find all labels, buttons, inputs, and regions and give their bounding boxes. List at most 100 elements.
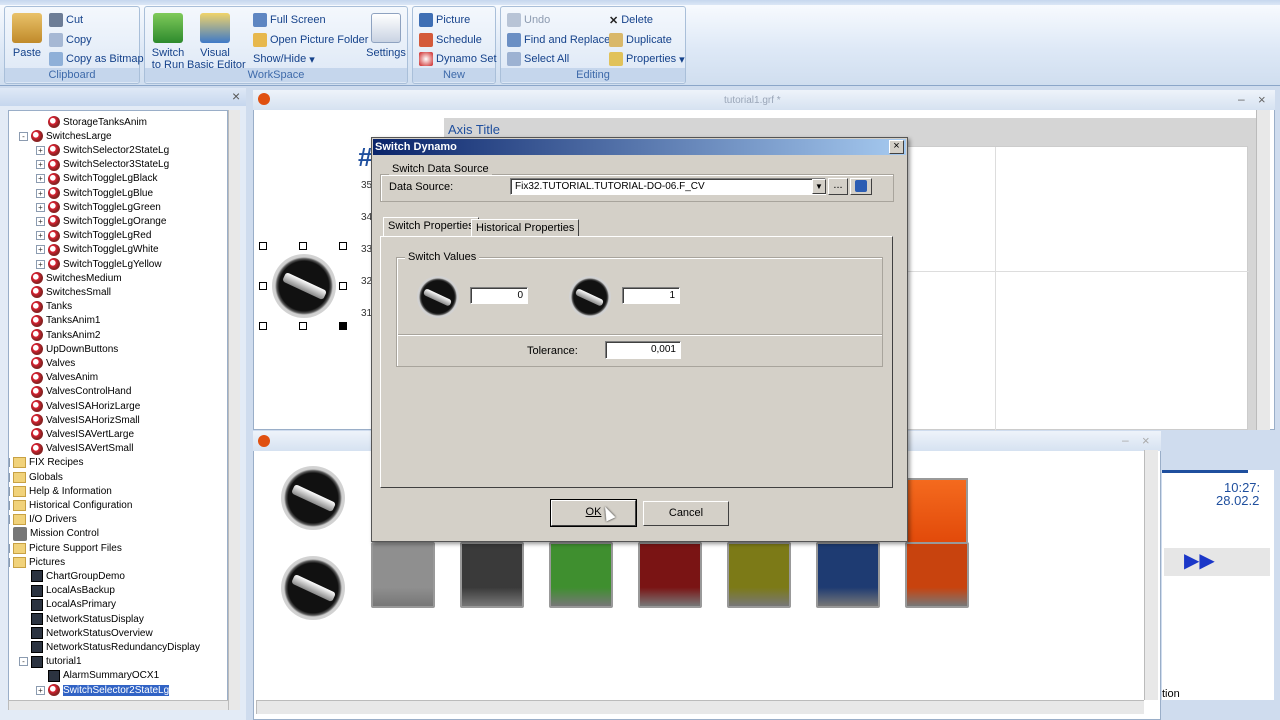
- tree-item[interactable]: SwitchesMedium: [19, 271, 122, 285]
- selection-handle[interactable]: [339, 282, 347, 290]
- tree-item[interactable]: + SwitchToggleLgRed: [36, 229, 151, 243]
- switches-horizontal-scrollbar[interactable]: [256, 700, 1144, 714]
- tree-item[interactable]: LocalAsBackup: [19, 584, 115, 598]
- tree-item[interactable]: Tanks: [19, 300, 72, 314]
- toggle-switch[interactable]: [549, 542, 613, 608]
- fast-forward-icon[interactable]: ▶▶: [1184, 548, 1215, 573]
- tree-item[interactable]: ChartGroupDemo: [19, 569, 125, 583]
- tree-item[interactable]: ValvesControlHand: [19, 385, 131, 399]
- expand-icon[interactable]: +: [36, 259, 45, 269]
- switch-off-value-input[interactable]: 0: [470, 287, 528, 304]
- expand-icon[interactable]: +: [9, 486, 10, 496]
- vb-editor-button[interactable]: Visual Basic Editor: [187, 13, 246, 71]
- tree-item[interactable]: + Picture Support Files: [9, 541, 122, 555]
- tree-item[interactable]: AlarmSummaryOCX1: [36, 669, 159, 683]
- switches-minimize-button[interactable]: –: [1122, 433, 1129, 447]
- tree-item[interactable]: + SwitchSelector3StateLg: [36, 158, 169, 172]
- tree-item[interactable]: + Globals: [9, 470, 63, 484]
- tree-item[interactable]: UpDownButtons: [19, 342, 118, 356]
- duplicate-button[interactable]: Duplicate: [609, 31, 672, 49]
- tree-horizontal-scrollbar[interactable]: [8, 700, 228, 710]
- cancel-button[interactable]: Cancel: [643, 501, 729, 526]
- tree-item[interactable]: + SwitchSelector2StateLg: [36, 683, 170, 697]
- expand-icon[interactable]: +: [36, 160, 45, 170]
- toggle-switch[interactable]: [905, 542, 969, 608]
- copy-bitmap-button[interactable]: Copy as Bitmap: [49, 50, 144, 68]
- tree-item[interactable]: StorageTanksAnim: [36, 115, 147, 129]
- data-source-input[interactable]: Fix32.TUTORIAL.TUTORIAL-DO-06.F_CV: [510, 178, 826, 195]
- settings-button[interactable]: Settings: [365, 13, 407, 59]
- tree-item[interactable]: ValvesISAVertSmall: [19, 442, 133, 456]
- select-all-button[interactable]: Select All: [507, 50, 569, 68]
- expand-icon[interactable]: +: [36, 174, 45, 184]
- window-minimize-button[interactable]: –: [1238, 92, 1245, 106]
- delete-button[interactable]: ✕ Delete: [609, 11, 653, 29]
- selection-handle[interactable]: [339, 322, 347, 330]
- toggle-switch[interactable]: [638, 542, 702, 608]
- copy-button[interactable]: Copy: [49, 31, 92, 49]
- tree-item[interactable]: ValvesAnim: [19, 371, 98, 385]
- collapse-icon[interactable]: -: [19, 657, 28, 667]
- cut-button[interactable]: Cut: [49, 11, 83, 29]
- tree-item[interactable]: + SwitchToggleLgWhite: [36, 243, 159, 257]
- tree-item[interactable]: ValvesISAVertLarge: [19, 427, 134, 441]
- new-schedule-button[interactable]: Schedule: [419, 31, 482, 49]
- selection-handle[interactable]: [339, 242, 347, 250]
- tree-item[interactable]: + SwitchToggleLgBlue: [36, 186, 153, 200]
- dialog-close-button[interactable]: ×: [889, 140, 904, 154]
- toggle-switch[interactable]: [816, 542, 880, 608]
- ok-button[interactable]: OK: [550, 499, 637, 527]
- selection-handle[interactable]: [299, 322, 307, 330]
- tab-historical-properties[interactable]: Historical Properties: [471, 219, 580, 237]
- tree-item[interactable]: TanksAnim1: [19, 314, 100, 328]
- expand-icon[interactable]: +: [36, 216, 45, 226]
- tree-item[interactable]: - SwitchesLarge: [19, 129, 112, 143]
- orange-toggle-top[interactable]: [906, 478, 968, 542]
- collapse-icon[interactable]: -: [19, 131, 28, 141]
- new-dynamo-set-button[interactable]: Dynamo Set: [419, 50, 497, 68]
- tree-item[interactable]: TanksAnim2: [19, 328, 100, 342]
- selection-handle[interactable]: [259, 322, 267, 330]
- tree-item[interactable]: + SwitchToggleLgGreen: [36, 200, 161, 214]
- tab-switch-properties[interactable]: Switch Properties: [383, 217, 479, 237]
- data-source-dropdown-button[interactable]: ▼: [812, 179, 826, 194]
- toggle-switch[interactable]: [371, 542, 435, 608]
- expand-icon[interactable]: +: [36, 245, 45, 255]
- window-close-button[interactable]: ×: [1258, 92, 1266, 107]
- tree-item[interactable]: ValvesISAHorizLarge: [19, 399, 140, 413]
- new-picture-button[interactable]: Picture: [419, 11, 470, 29]
- expand-icon[interactable]: +: [36, 231, 45, 241]
- tree-item[interactable]: - Pictures: [9, 555, 65, 569]
- tree-item[interactable]: NetworkStatusRedundancyDisplay: [19, 640, 200, 654]
- expression-builder-button[interactable]: [850, 178, 872, 195]
- tree-item[interactable]: + SwitchSelector2StateLg: [36, 143, 169, 157]
- switches-vertical-scrollbar[interactable]: [1144, 450, 1158, 700]
- tree-vertical-scrollbar[interactable]: [228, 110, 240, 710]
- switch-selector-knob[interactable]: [281, 556, 345, 620]
- paste-button[interactable]: Paste: [9, 13, 45, 59]
- selection-handle[interactable]: [259, 282, 267, 290]
- tree-item[interactable]: Mission Control: [9, 526, 99, 541]
- tree-item[interactable]: LocalAsPrimary: [19, 598, 116, 612]
- tolerance-input[interactable]: 0,001: [605, 341, 681, 359]
- selection-handle[interactable]: [259, 242, 267, 250]
- tree-item[interactable]: Valves: [19, 356, 75, 370]
- undo-button[interactable]: Undo: [507, 11, 550, 29]
- tree-item[interactable]: NetworkStatusDisplay: [19, 612, 144, 626]
- expand-icon[interactable]: +: [36, 145, 45, 155]
- properties-button[interactable]: Properties ▾: [609, 50, 685, 68]
- tree-item[interactable]: + SwitchToggleLgOrange: [36, 214, 166, 228]
- toggle-switch[interactable]: [727, 542, 791, 608]
- tree-item[interactable]: ValvesISAHorizSmall: [19, 413, 140, 427]
- expand-icon[interactable]: +: [36, 202, 45, 212]
- tree-item[interactable]: + FIX Recipes: [9, 456, 83, 470]
- tree-item[interactable]: - tutorial1: [19, 655, 82, 669]
- expand-icon[interactable]: +: [36, 685, 45, 695]
- tree-item[interactable]: NetworkStatusOverview: [19, 626, 153, 640]
- expand-icon[interactable]: +: [9, 472, 10, 482]
- full-screen-button[interactable]: Full Screen: [253, 11, 326, 29]
- switches-close-button[interactable]: ×: [1142, 433, 1150, 448]
- switch-on-value-input[interactable]: 1: [622, 287, 680, 304]
- toggle-switch[interactable]: [460, 542, 524, 608]
- browse-button[interactable]: ...: [828, 178, 848, 195]
